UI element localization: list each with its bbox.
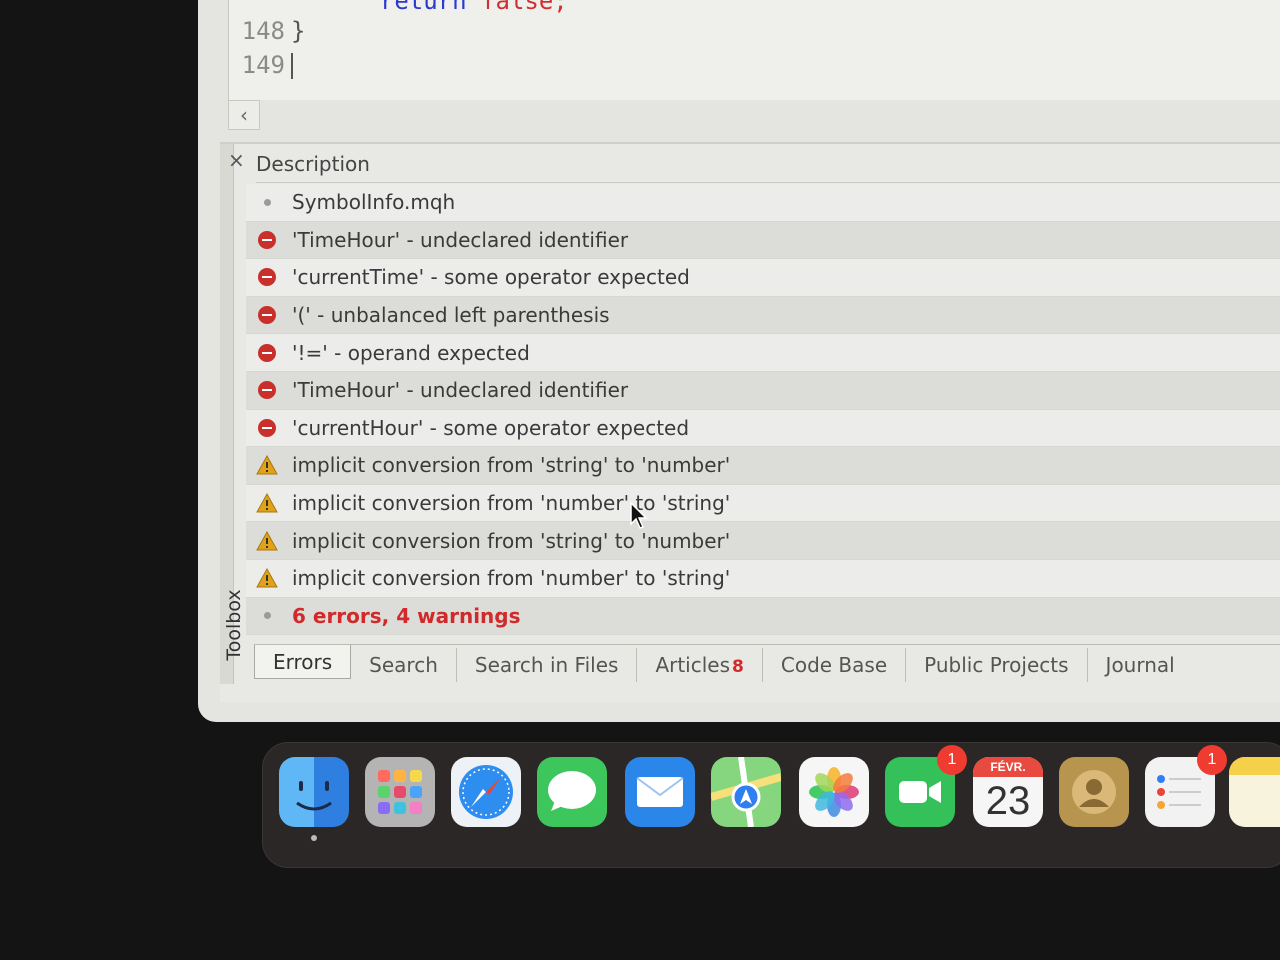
close-icon[interactable]: × — [228, 148, 245, 172]
tab-articles[interactable]: Articles 8 — [637, 647, 763, 682]
tab-code-base[interactable]: Code Base — [763, 647, 907, 682]
mouse-pointer-icon — [630, 502, 648, 529]
toolbox-side-bar: × Toolbox — [220, 144, 245, 684]
code-text: } — [291, 17, 306, 45]
finder-app-icon[interactable] — [279, 757, 349, 827]
facetime-app-icon[interactable]: 1 — [885, 745, 967, 827]
error-icon — [256, 266, 278, 288]
calendar-day: 23 — [985, 779, 1031, 823]
code-literal: false; — [481, 0, 568, 15]
laptop-screen: return false; 148} 149 ‹ × Toolbox Descr… — [198, 0, 1280, 722]
notes-header-strip — [1229, 757, 1280, 775]
tab-public-projects[interactable]: Public Projects — [906, 647, 1088, 682]
list-item[interactable]: SymbolInfo.mqh — [246, 184, 1280, 222]
row-text: 'TimeHour' - undeclared identifier — [292, 378, 629, 403]
warning-icon — [256, 530, 278, 552]
tab-label: Articles — [655, 652, 731, 677]
tab-label: Errors — [273, 649, 333, 674]
tab-label: Search — [369, 652, 438, 677]
row-text: '(' - unbalanced left parenthesis — [292, 303, 610, 328]
list-item[interactable]: implicit conversion from 'number' to 'st… — [246, 484, 1280, 523]
text-caret — [291, 53, 293, 79]
list-item[interactable]: implicit conversion from 'string' to 'nu… — [246, 447, 1280, 485]
description-column-header[interactable]: Description — [256, 152, 1280, 182]
list-item[interactable]: 'TimeHour' - undeclared identifier — [246, 371, 1280, 410]
error-icon — [256, 417, 278, 439]
list-item[interactable]: 'TimeHour' - undeclared identifier — [246, 221, 1280, 260]
row-text: SymbolInfo.mqh — [292, 190, 456, 215]
code-keyword: return — [379, 0, 467, 15]
photos-app-icon[interactable] — [799, 757, 869, 827]
warning-icon — [256, 454, 278, 476]
macos-dock: 1 FÉVR. 23 1 — [262, 742, 1280, 868]
maps-app-icon[interactable] — [709, 756, 783, 828]
row-text: 'currentHour' - some operator expected — [292, 415, 690, 440]
tab-label: Journal — [1105, 652, 1175, 677]
warning-icon — [256, 567, 278, 589]
tab-search[interactable]: Search — [351, 647, 457, 682]
mail-app-icon[interactable] — [625, 757, 695, 827]
list-item[interactable]: implicit conversion from 'string' to 'nu… — [246, 522, 1280, 560]
code-line-149: 149 — [229, 48, 1280, 82]
tab-label: Public Projects — [924, 652, 1069, 677]
list-item[interactable]: implicit conversion from 'number' to 'st… — [246, 559, 1280, 598]
toolbox-tabs: Errors Search Search in Files Articles 8 … — [254, 644, 1280, 684]
line-number: 148 — [241, 17, 285, 45]
error-icon — [256, 229, 278, 251]
contacts-app-icon[interactable] — [1059, 757, 1129, 827]
header-divider — [256, 182, 1280, 183]
row-text: '!=' - operand expected — [292, 340, 530, 365]
info-dot-icon — [256, 191, 278, 213]
messages-app-icon[interactable] — [537, 757, 607, 827]
error-icon — [256, 379, 278, 401]
articles-count-badge: 8 — [732, 656, 744, 677]
list-item[interactable]: '(' - unbalanced left parenthesis — [246, 296, 1280, 335]
toolbox-label: Toolbox — [223, 589, 245, 661]
tab-journal[interactable]: Journal — [1088, 648, 1193, 682]
tab-label: Search in Files — [474, 652, 619, 677]
list-item[interactable]: '!=' - operand expected — [246, 334, 1280, 372]
facetime-notification-badge: 1 — [937, 745, 967, 775]
error-summary: 6 errors, 4 warnings — [292, 603, 521, 628]
row-text: implicit conversion from 'string' to 'nu… — [292, 528, 731, 553]
row-text: implicit conversion from 'number' to 'st… — [292, 566, 731, 591]
toolbox-panel: × Toolbox Description SymbolInfo.mqh 'Ti… — [220, 142, 1280, 702]
tab-errors[interactable]: Errors — [254, 644, 352, 679]
line-number: 149 — [241, 51, 285, 79]
error-icon — [256, 304, 278, 326]
summary-row: 6 errors, 4 warnings — [246, 597, 1280, 636]
calendar-month: FÉVR. — [973, 757, 1043, 777]
safari-app-icon[interactable] — [451, 757, 521, 827]
finder-running-indicator — [311, 835, 317, 841]
tab-label: Code Base — [780, 652, 888, 677]
tab-search-in-files[interactable]: Search in Files — [457, 647, 638, 682]
info-dot-icon — [256, 605, 278, 627]
error-icon — [256, 342, 278, 364]
code-line-148: 148} — [229, 14, 1280, 48]
row-text: 'currentTime' - some operator expected — [292, 265, 690, 290]
reminders-app-icon[interactable]: 1 — [1145, 745, 1227, 827]
list-item[interactable]: 'currentTime' - some operator expected — [246, 259, 1280, 297]
error-list: SymbolInfo.mqh 'TimeHour' - undeclared i… — [246, 184, 1280, 636]
row-text: 'TimeHour' - undeclared identifier — [292, 227, 629, 252]
reminders-notification-badge: 1 — [1197, 745, 1227, 775]
warning-icon — [256, 492, 278, 514]
row-text: implicit conversion from 'string' to 'nu… — [292, 453, 731, 478]
calendar-app-icon[interactable]: FÉVR. 23 — [973, 757, 1043, 827]
launchpad-app-icon[interactable] — [365, 757, 435, 827]
scroll-left-button[interactable]: ‹ — [228, 100, 260, 130]
row-text: implicit conversion from 'number' to 'st… — [292, 491, 731, 516]
list-item[interactable]: 'currentHour' - some operator expected — [246, 409, 1280, 448]
code-editor[interactable]: return false; 148} 149 — [228, 0, 1280, 100]
notes-app-icon[interactable] — [1229, 757, 1280, 827]
